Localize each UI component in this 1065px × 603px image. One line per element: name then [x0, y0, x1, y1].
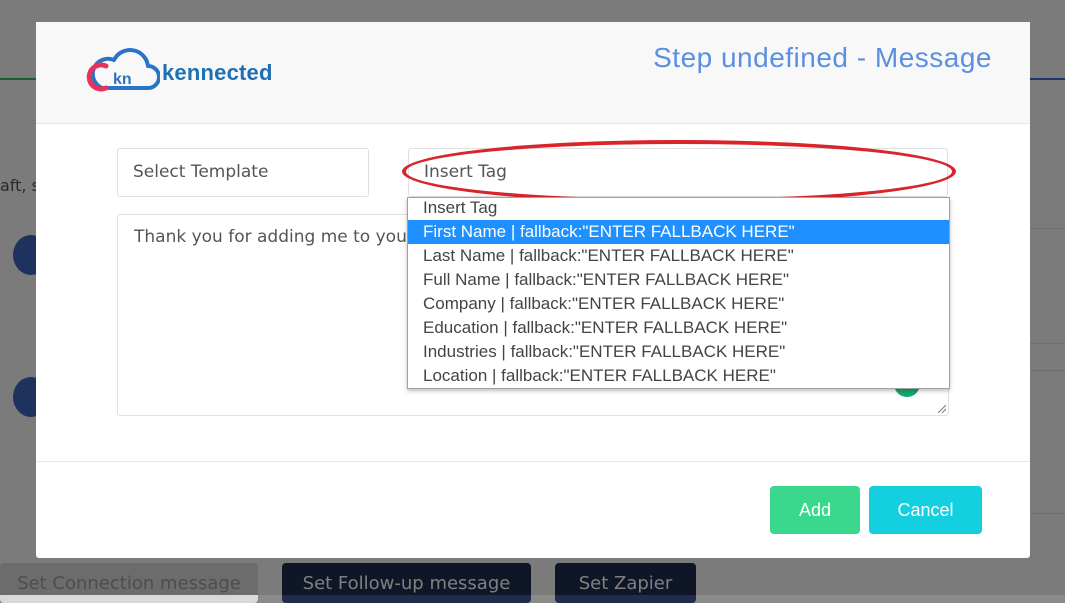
dropdown-option[interactable]: Insert Tag — [408, 198, 949, 220]
select-template-dropdown[interactable]: Select Template — [117, 148, 369, 197]
dropdown-option[interactable]: Location | fallback:"ENTER FALLBACK HERE… — [408, 364, 949, 388]
modal-header: kn kennected Step undefined - Message — [36, 22, 1030, 124]
insert-tag-options-list: Insert Tag First Name | fallback:"ENTER … — [407, 197, 950, 389]
add-button[interactable]: Add — [770, 486, 860, 534]
logo-badge-text: kn — [113, 71, 132, 88]
modal-title: Step undefined - Message — [653, 42, 992, 73]
dropdown-option[interactable]: Full Name | fallback:"ENTER FALLBACK HER… — [408, 268, 949, 292]
resize-grip-icon[interactable] — [936, 403, 946, 413]
cloud-logo-icon: kn — [84, 48, 161, 98]
dropdown-option-selected[interactable]: First Name | fallback:"ENTER FALLBACK HE… — [408, 220, 949, 244]
kennected-logo: kn kennected — [84, 48, 273, 98]
logo-wordmark: kennected — [162, 60, 273, 85]
dropdown-option[interactable]: Education | fallback:"ENTER FALLBACK HER… — [408, 316, 949, 340]
message-text: Thank you for adding me to your — [134, 227, 414, 247]
cancel-button[interactable]: Cancel — [869, 486, 982, 534]
dropdown-option[interactable]: Last Name | fallback:"ENTER FALLBACK HER… — [408, 244, 949, 268]
dropdown-option[interactable]: Company | fallback:"ENTER FALLBACK HERE" — [408, 292, 949, 316]
dropdown-option[interactable]: Industries | fallback:"ENTER FALLBACK HE… — [408, 340, 949, 364]
message-modal: kn kennected Step undefined - Message Se… — [36, 22, 1030, 558]
modal-footer-divider — [36, 461, 1030, 462]
insert-tag-select[interactable]: Insert Tag — [408, 148, 948, 197]
